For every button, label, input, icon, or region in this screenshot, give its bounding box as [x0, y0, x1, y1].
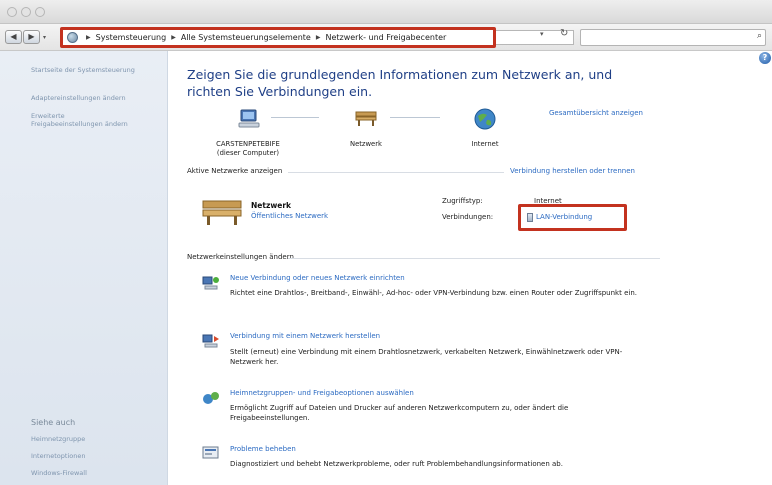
forward-arrow-icon: ▶: [28, 32, 35, 41]
map-connection-line: [390, 117, 440, 118]
breadcrumb-separator-icon[interactable]: ▶: [86, 34, 91, 41]
section-divider: [288, 172, 504, 173]
lan-connection-link[interactable]: LAN-Verbindung: [536, 213, 592, 221]
computer-name-label: CARSTENPETEBIFE: [216, 140, 280, 148]
sidebar-item-advanced-sharing-line2[interactable]: Freigabeeinstellungen ändern: [31, 120, 128, 128]
search-input[interactable]: ⌕: [580, 29, 766, 46]
sidebar-item-homegroup[interactable]: Heimnetzgruppe: [31, 435, 85, 443]
minimize-window-button[interactable]: [21, 7, 31, 17]
network-bench-large-icon: [202, 200, 242, 225]
refresh-icon[interactable]: ↻: [560, 28, 568, 39]
internet-map-label: Internet: [471, 140, 499, 148]
settings-heading: Netzwerkeinstellungen ändern: [187, 253, 663, 261]
main-content: Zeigen Sie die grundlegenden Information…: [168, 51, 772, 485]
lan-adapter-icon: [527, 213, 533, 222]
computer-note-label: (dieser Computer): [216, 149, 280, 157]
sidebar-item-advanced-sharing-line1[interactable]: Erweiterte: [31, 112, 65, 120]
breadcrumb-item-all-items[interactable]: Alle Systemsteuerungselemente: [181, 33, 311, 42]
search-icon[interactable]: ⌕: [757, 31, 762, 41]
back-arrow-icon: ◀: [10, 32, 17, 41]
computer-icon[interactable]: [237, 108, 263, 130]
lan-connection-highlight[interactable]: LAN-Verbindung: [518, 204, 627, 231]
recent-pages-icon[interactable]: ▾: [43, 34, 46, 41]
troubleshoot-description: Diagnostiziert und behebt Netzwerkproble…: [230, 460, 563, 468]
page-title: Zeigen Sie die grundlegenden Information…: [187, 67, 613, 99]
address-history-dropdown-icon[interactable]: ▾: [540, 30, 544, 38]
homegroup-sharing-description: Ermöglicht Zugriff auf Dateien und Druck…: [230, 404, 569, 422]
homegroup-sharing-icon: [203, 392, 219, 404]
breadcrumb-item-network-center[interactable]: Netzwerk- und Freigabecenter: [325, 33, 446, 42]
connect-network-icon: [202, 334, 219, 348]
connect-disconnect-link[interactable]: Verbindung herstellen oder trennen: [510, 167, 635, 175]
troubleshoot-link[interactable]: Probleme beheben: [230, 445, 296, 453]
window-titlebar: [0, 0, 772, 24]
troubleshoot-icon: [202, 446, 219, 459]
sidebar-item-adapter-settings[interactable]: Adaptereinstellungen ändern: [31, 94, 126, 102]
connections-label: Verbindungen:: [442, 213, 494, 221]
sidebar-item-windows-firewall[interactable]: Windows-Firewall: [31, 469, 87, 477]
breadcrumb-separator-icon[interactable]: ▶: [316, 34, 321, 41]
full-map-link[interactable]: Gesamtübersicht anzeigen: [549, 109, 643, 117]
close-window-button[interactable]: [7, 7, 17, 17]
map-connection-line: [271, 117, 319, 118]
homegroup-sharing-link[interactable]: Heimnetzgruppen- und Freigabeoptionen au…: [230, 389, 414, 397]
network-map-label: Netzwerk: [350, 140, 382, 148]
breadcrumb[interactable]: ▶ Systemsteuerung ▶ Alle Systemsteuerung…: [60, 27, 496, 48]
new-connection-description: Richtet eine Drahtlos-, Breitband-, Einw…: [230, 289, 637, 297]
forward-button[interactable]: ▶: [23, 30, 40, 44]
control-panel-icon: [67, 32, 78, 43]
sidebar-item-internet-options[interactable]: Internetoptionen: [31, 452, 85, 460]
internet-globe-icon[interactable]: [474, 108, 496, 130]
new-connection-link[interactable]: Neue Verbindung oder neues Netzwerk einr…: [230, 274, 405, 282]
connect-network-link[interactable]: Verbindung mit einem Netzwerk herstellen: [230, 332, 380, 340]
back-button[interactable]: ◀: [5, 30, 22, 44]
zoom-window-button[interactable]: [35, 7, 45, 17]
section-divider: [288, 258, 660, 259]
sidebar-item-control-panel-home[interactable]: Startseite der Systemsteuerung: [31, 66, 135, 74]
address-toolbar: ◀ ▶ ▾ ▶ Systemsteuerung ▶ Alle Systemste…: [0, 24, 772, 51]
breadcrumb-separator-icon[interactable]: ▶: [171, 34, 176, 41]
settings-heading-label: Netzwerkeinstellungen ändern: [187, 253, 294, 261]
see-also-heading: Siehe auch: [31, 418, 76, 427]
breadcrumb-item-systemsteuerung[interactable]: Systemsteuerung: [96, 33, 167, 42]
new-connection-icon: [202, 276, 219, 290]
network-type-link[interactable]: Öffentliches Netzwerk: [251, 212, 328, 220]
active-networks-label: Aktive Netzwerke anzeigen: [187, 167, 283, 175]
sidebar: Startseite der Systemsteuerung Adapterei…: [0, 51, 168, 485]
connect-network-description: Stellt (erneut) eine Verbindung mit eine…: [230, 348, 623, 366]
network-name: Netzwerk: [251, 201, 292, 210]
network-bench-icon[interactable]: [354, 108, 378, 128]
access-type-label: Zugriffstyp:: [442, 197, 483, 205]
